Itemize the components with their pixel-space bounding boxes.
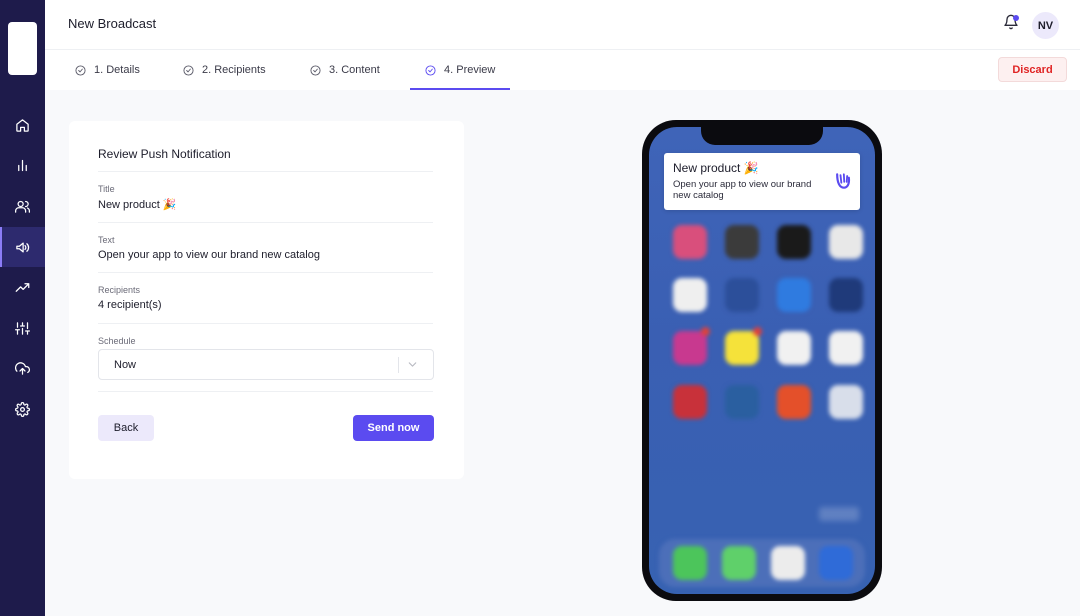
title-value: New product 🎉 [98,199,177,211]
tab-label: 4. Preview [444,64,496,76]
check-circle-icon [75,64,86,76]
schedule-label: Schedule [98,336,136,346]
notification-dot [1013,15,1019,21]
avatar[interactable]: NV [1032,12,1059,39]
active-tab-indicator [410,88,510,90]
sidebar-item-upload[interactable] [0,348,45,388]
users-icon [15,200,30,213]
sidebar-item-users[interactable] [0,186,45,226]
phone-notch [701,127,823,145]
gear-icon [15,401,30,417]
check-circle-icon [183,64,194,76]
divider [98,391,433,392]
home-icon [16,118,29,132]
schedule-value: Now [114,359,137,371]
title-label: Title [98,184,115,194]
schedule-select[interactable]: Now [98,349,434,380]
recipients-value: 4 recipient(s) [98,299,162,311]
sidebar-item-settings[interactable] [0,389,45,429]
tab-label: 2. Recipients [202,64,266,76]
divider [98,222,433,223]
tab-recipients[interactable]: 2. Recipients [183,50,266,90]
sidebar-item-trends[interactable] [0,267,45,307]
header: New Broadcast NV [45,0,1080,50]
cloud-upload-icon [15,361,30,375]
sidebar-item-home[interactable] [0,105,45,145]
card-title: Review Push Notification [98,147,231,161]
sliders-icon [15,321,30,335]
text-label: Text [98,235,115,245]
tab-label: 1. Details [94,64,140,76]
back-button[interactable]: Back [98,415,154,441]
push-notification-preview: New product 🎉 Open your app to view our … [664,153,860,210]
review-card: Review Push Notification Title New produ… [69,121,464,479]
sidebar-item-broadcast[interactable] [0,227,45,267]
page-title: New Broadcast [68,16,157,31]
notification-title: New product 🎉 [673,161,759,175]
tab-details[interactable]: 1. Details [75,50,140,90]
notification-body: Open your app to view our brand new cata… [673,179,812,201]
sidebar [0,0,45,616]
tab-label: 3. Content [329,64,380,76]
bar-chart-icon [18,159,27,171]
megaphone-icon [16,242,30,252]
divider [98,323,433,324]
select-divider [398,357,399,373]
discard-button[interactable]: Discard [998,57,1067,82]
phone-dock [659,539,865,587]
chevron-down-icon[interactable] [406,358,419,371]
check-circle-icon [310,64,321,76]
divider [98,171,433,172]
tab-content[interactable]: 3. Content [310,50,380,90]
trending-up-icon [15,282,30,292]
notifications-button[interactable] [1003,14,1021,32]
stepper-tabs: 1. Details 2. Recipients 3. Content 4. P… [45,50,1080,90]
sidebar-item-analytics[interactable] [0,145,45,185]
send-now-button[interactable]: Send now [353,415,434,441]
app-logo-icon [833,171,853,191]
app-grid [649,225,875,445]
widget-text [819,507,859,521]
sidebar-item-controls[interactable] [0,308,45,348]
recipients-label: Recipients [98,285,141,295]
divider [98,272,433,273]
text-value: Open your app to view our brand new cata… [98,249,320,261]
logo[interactable] [8,22,37,75]
tab-preview[interactable]: 4. Preview [425,50,495,90]
check-circle-icon [425,64,436,76]
